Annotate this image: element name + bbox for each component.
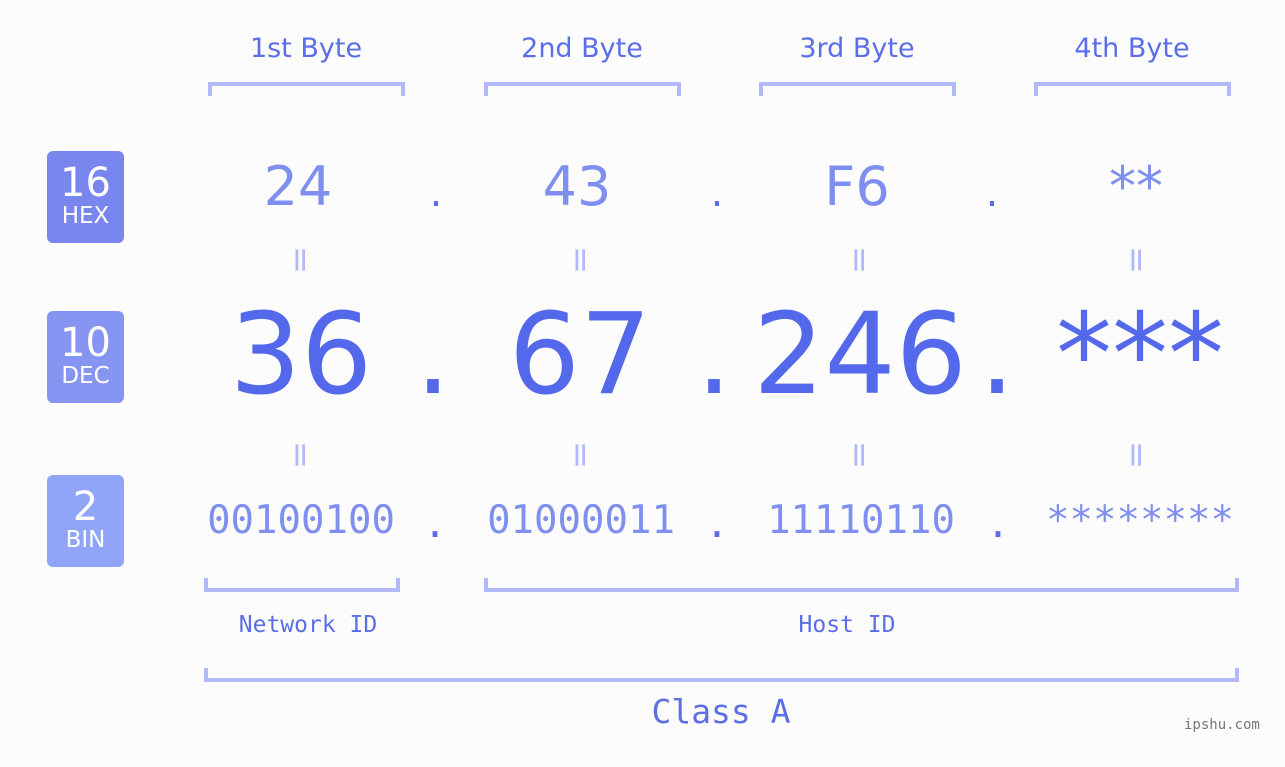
hex-value-3: F6 [824, 155, 890, 218]
bin-badge: 2 BIN [47, 475, 124, 567]
hex-base-label: HEX [61, 203, 110, 229]
byte-header-1: 1st Byte [249, 33, 363, 64]
byte-header-3: 3rd Byte [799, 33, 915, 64]
bin-value-4: ******** [1046, 498, 1234, 543]
equals-sign: = [280, 440, 320, 470]
hex-separator-1: . [429, 170, 443, 216]
hex-value-4: ** [1109, 155, 1163, 218]
equals-sign: = [839, 440, 879, 470]
host-id-bracket [484, 578, 1239, 592]
byte-bracket-2 [484, 82, 681, 96]
hex-value-2: 43 [542, 155, 612, 218]
dec-base-label: DEC [61, 363, 110, 389]
bin-value-1: 00100100 [207, 498, 395, 543]
network-id-label: Network ID [238, 612, 378, 638]
bin-separator-2: . [705, 502, 729, 547]
network-id-bracket [204, 578, 400, 592]
dec-value-1: 36 [229, 290, 373, 420]
dec-value-4: *** [1056, 290, 1224, 420]
watermark: ipshu.com [1184, 717, 1260, 733]
equals-sign: = [560, 440, 600, 470]
dec-value-2: 67 [508, 290, 652, 420]
bin-separator-3: . [986, 502, 1010, 547]
byte-bracket-3 [759, 82, 956, 96]
equals-sign: = [839, 245, 879, 275]
hex-badge: 16 HEX [47, 151, 124, 243]
hex-separator-3: . [985, 170, 999, 216]
bin-base-label: BIN [65, 527, 106, 553]
dec-base-number: 10 [60, 320, 111, 366]
hex-separator-2: . [710, 170, 724, 216]
hex-value-1: 24 [263, 155, 333, 218]
dec-badge: 10 DEC [47, 311, 124, 403]
class-label: Class A [651, 692, 791, 731]
bin-separator-1: . [423, 502, 447, 547]
dec-value-3: 246 [753, 290, 967, 420]
equals-sign: = [560, 245, 600, 275]
bin-base-number: 2 [72, 484, 99, 530]
byte-header-4: 4th Byte [1074, 33, 1190, 64]
host-id-label: Host ID [798, 612, 896, 638]
equals-sign: = [1116, 440, 1156, 470]
hex-base-number: 16 [60, 160, 111, 206]
byte-bracket-4 [1034, 82, 1231, 96]
byte-bracket-1 [208, 82, 405, 96]
equals-sign: = [280, 245, 320, 275]
class-bracket [204, 668, 1239, 682]
byte-header-2: 2nd Byte [521, 33, 643, 64]
bin-value-2: 01000011 [487, 498, 675, 543]
bin-value-3: 11110110 [767, 498, 955, 543]
equals-sign: = [1116, 245, 1156, 275]
